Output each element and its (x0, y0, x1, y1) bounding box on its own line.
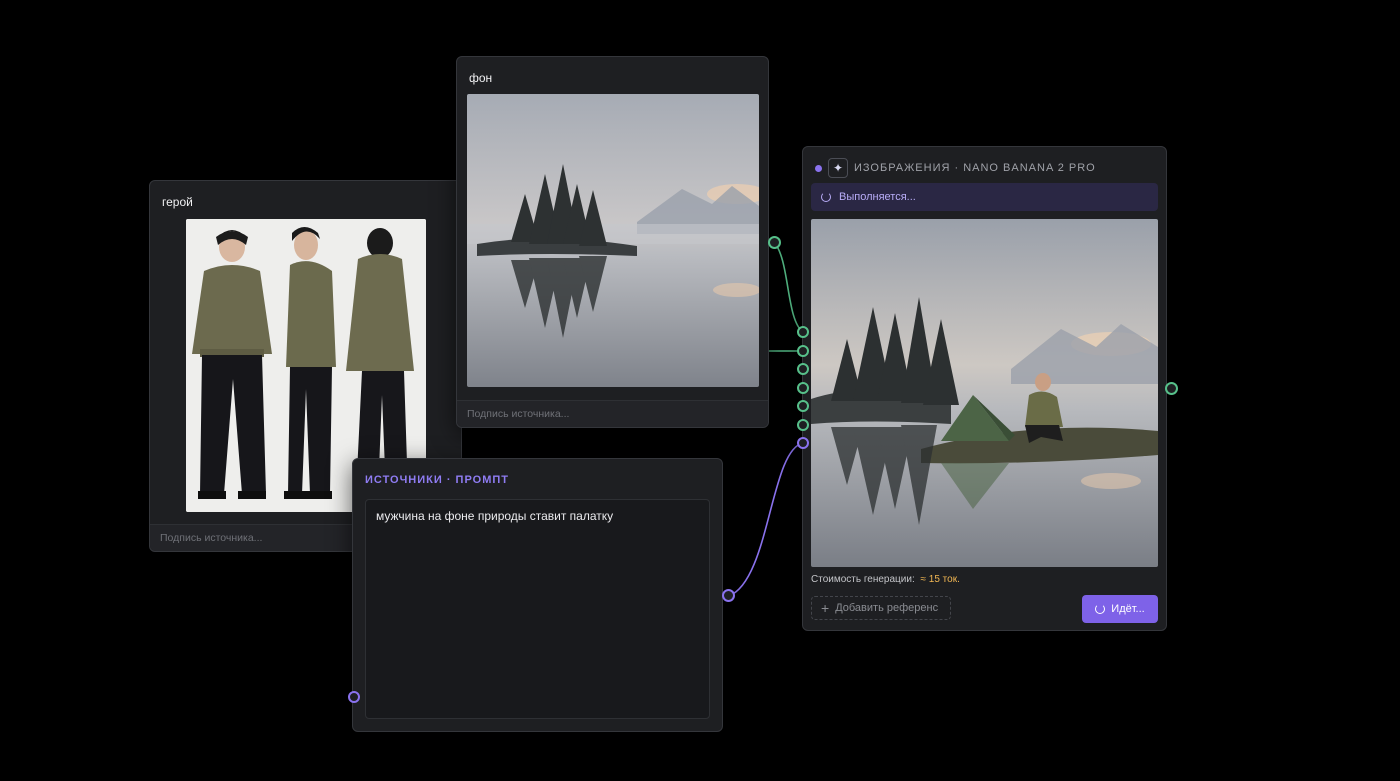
spinner-icon (821, 192, 831, 202)
generation-status-text: Выполняется... (839, 191, 916, 203)
generator-input-port-3[interactable] (797, 363, 809, 375)
generator-input-port-6[interactable] (797, 419, 809, 431)
generator-output-port[interactable] (1165, 382, 1178, 395)
prompt-output-port[interactable] (722, 589, 735, 602)
add-reference-button[interactable]: + Добавить референс (811, 596, 951, 620)
generator-title: ИЗОБРАЖЕНИЯ · NANO BANANA 2 PRO (854, 162, 1096, 174)
generation-cost: Стоимость генерации: ≈ 15 ток. (811, 574, 960, 585)
prompt-box: мужчина на фоне природы ставит палатку (365, 499, 710, 719)
generator-node[interactable]: ✦ ИЗОБРАЖЕНИЯ · NANO BANANA 2 PRO Выполн… (802, 146, 1167, 631)
status-dot (815, 164, 822, 172)
background-caption-bar (457, 400, 768, 427)
generator-header: ✦ ИЗОБРАЖЕНИЯ · NANO BANANA 2 PRO (815, 158, 1096, 178)
add-reference-label: Добавить референс (835, 602, 939, 614)
background-caption-input[interactable] (457, 401, 768, 427)
generation-status-bar: Выполняется... (811, 183, 1158, 211)
sparkle-icon: ✦ (828, 158, 848, 178)
generator-input-port-1[interactable] (797, 326, 809, 338)
spinner-icon (1095, 604, 1106, 614)
prompt-node-header: ИСТОЧНИКИ · ПРОМПТ (365, 474, 509, 486)
background-node[interactable]: фон (456, 56, 769, 428)
prompt-node[interactable]: ИСТОЧНИКИ · ПРОМПТ мужчина на фоне приро… (352, 458, 723, 732)
generator-prompt-input-port[interactable] (797, 437, 809, 449)
prompt-textarea[interactable]: мужчина на фоне природы ставит палатку (366, 500, 709, 718)
hero-node-title: герой (162, 195, 193, 209)
run-button[interactable]: Идёт... (1082, 595, 1158, 623)
generator-input-port-4[interactable] (797, 382, 809, 394)
plus-icon: + (821, 600, 830, 616)
background-image (467, 94, 759, 387)
generation-cost-label: Стоимость генерации: (811, 574, 915, 585)
prompt-input-port[interactable] (348, 691, 360, 703)
generated-image (811, 219, 1158, 567)
run-button-label: Идёт... (1111, 603, 1145, 615)
generator-input-port-5[interactable] (797, 400, 809, 412)
generation-cost-value: ≈ 15 ток. (920, 574, 960, 585)
background-output-port[interactable] (768, 236, 781, 249)
generator-input-port-2[interactable] (797, 345, 809, 357)
background-node-title: фон (469, 71, 493, 85)
